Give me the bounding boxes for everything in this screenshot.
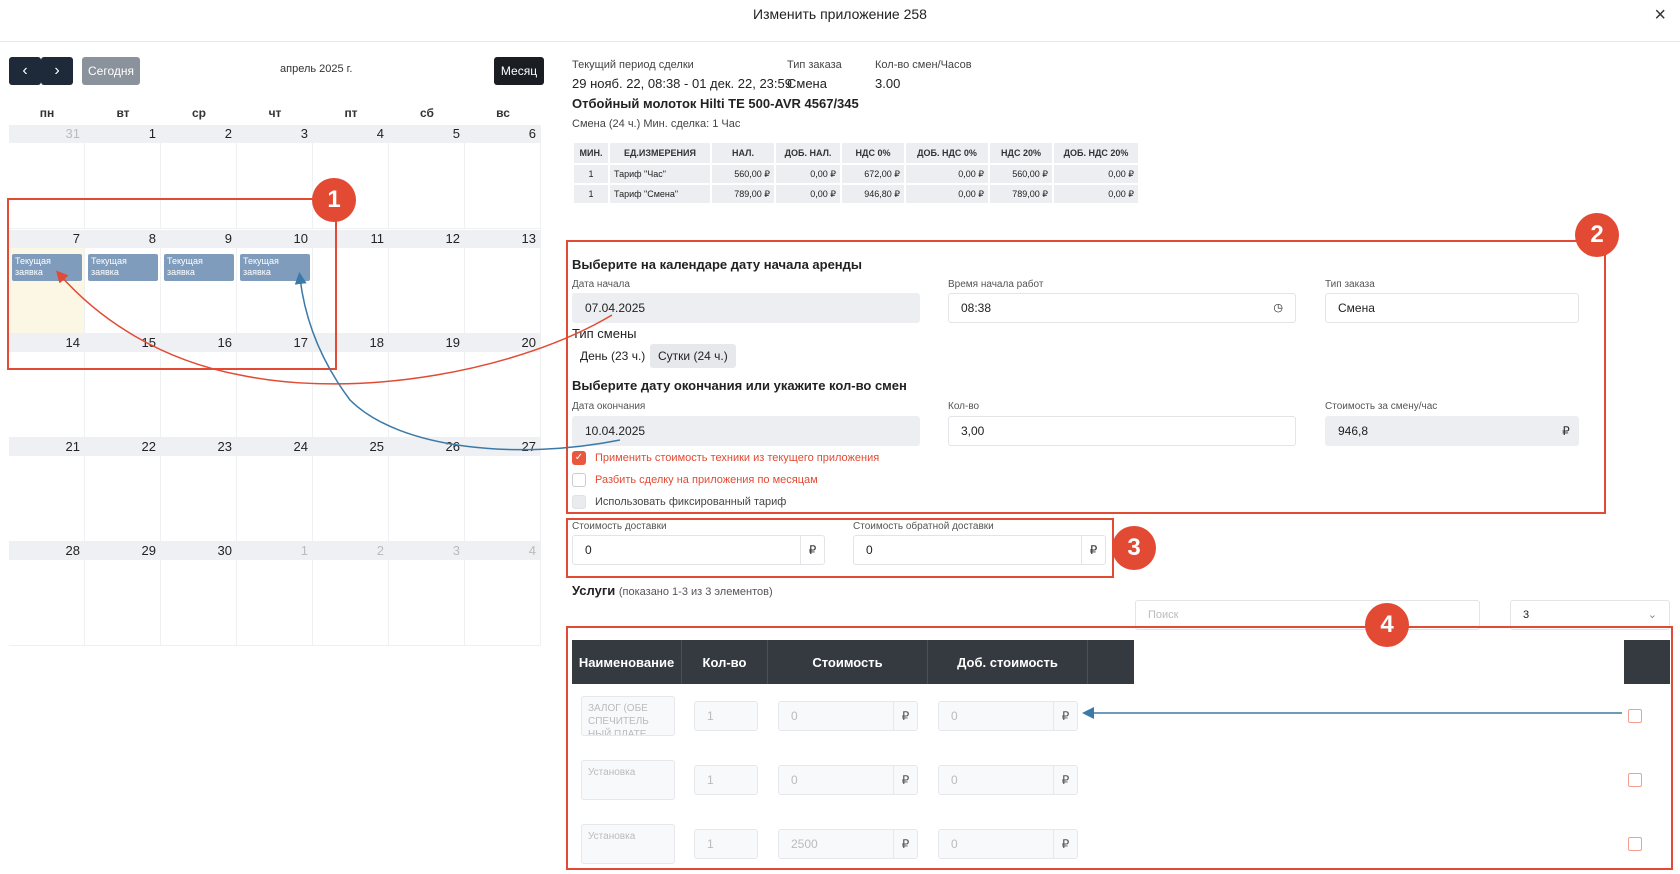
table-row: 1 Тариф "Смена" 789,00 ₽0,00 ₽ 946,80 ₽0,…: [574, 185, 1138, 203]
period-value: 29 нояб. 22, 08:38 - 01 дек. 22, 23:59: [572, 76, 792, 91]
equipment-name: Отбойный молоток Hilti TE 500-AVR 4567/3…: [572, 96, 859, 111]
annotation-box-4: [566, 626, 1673, 870]
month-view-button[interactable]: Месяц: [494, 57, 544, 85]
calendar-day[interactable]: 3: [389, 542, 465, 646]
calendar-day[interactable]: 13: [465, 230, 541, 334]
table-row: 1 Тариф "Час" 560,00 ₽0,00 ₽ 672,00 ₽0,00…: [574, 165, 1138, 183]
shift-count-label: Кол-во смен/Часов: [875, 59, 972, 71]
calendar-day[interactable]: 30: [161, 542, 237, 646]
services-subtitle: (показано 1-3 из 3 элементов): [618, 586, 773, 598]
price-table: МИН. ЕД.ИЗМЕРЕНИЯ НАЛ. ДОБ. НАЛ. НДС 0% …: [572, 141, 1140, 205]
annotation-box-3: [566, 518, 1114, 578]
price-table-header: МИН. ЕД.ИЗМЕРЕНИЯ НАЛ. ДОБ. НАЛ. НДС 0% …: [574, 143, 1138, 163]
calendar-day[interactable]: 20: [465, 334, 541, 438]
annotation-badge-1: 1: [312, 178, 356, 222]
weekday-header: чт: [268, 106, 282, 120]
calendar-day[interactable]: 5: [389, 125, 465, 229]
annotation-box-2: [566, 240, 1606, 514]
calendar-day[interactable]: 1: [237, 542, 313, 646]
today-button[interactable]: Сегодня: [82, 57, 140, 85]
calendar-day[interactable]: 24: [237, 438, 313, 542]
shift-count-value: 3.00: [875, 76, 901, 91]
prev-month-button[interactable]: ‹: [9, 57, 41, 85]
annotation-badge-2: 2: [1575, 213, 1619, 257]
weekday-header: вс: [496, 106, 510, 120]
calendar-day[interactable]: 21: [9, 438, 85, 542]
calendar-day[interactable]: 22: [85, 438, 161, 542]
calendar-day[interactable]: 28: [9, 542, 85, 646]
calendar-day[interactable]: 25: [313, 438, 389, 542]
weekday-header: ср: [191, 106, 206, 120]
calendar-month-title: апрель 2025 г.: [280, 63, 353, 75]
chevron-down-icon: ⌄: [1647, 609, 1657, 621]
weekday-header: вт: [116, 106, 130, 120]
period-label: Текущий период сделки: [572, 59, 694, 71]
annotation-badge-4: 4: [1365, 603, 1409, 647]
weekday-header: сб: [420, 106, 434, 120]
shift-info: Смена (24 ч.) Мин. сделка: 1 Час: [572, 118, 741, 130]
annotation-box-1: [7, 198, 337, 370]
weekday-header: пт: [344, 106, 358, 120]
calendar-day[interactable]: 27: [465, 438, 541, 542]
annotation-badge-3: 3: [1112, 526, 1156, 570]
calendar-day[interactable]: 26: [389, 438, 465, 542]
calendar-day[interactable]: 2: [313, 542, 389, 646]
weekday-header: пн: [39, 106, 55, 120]
calendar-day[interactable]: 4: [465, 542, 541, 646]
next-month-button[interactable]: ›: [41, 57, 73, 85]
modal-title: Изменить приложение 258: [0, 0, 1680, 42]
order-type-label: Тип заказа: [787, 59, 842, 71]
order-type-value: Смена: [787, 76, 827, 91]
calendar-day[interactable]: 19: [389, 334, 465, 438]
calendar-day[interactable]: 23: [161, 438, 237, 542]
close-icon[interactable]: ×: [1654, 4, 1666, 27]
services-title: Услуги (показано 1-3 из 3 элементов): [572, 583, 773, 598]
calendar-day[interactable]: 12: [389, 230, 465, 334]
calendar-day[interactable]: 6: [465, 125, 541, 229]
calendar-day[interactable]: 29: [85, 542, 161, 646]
